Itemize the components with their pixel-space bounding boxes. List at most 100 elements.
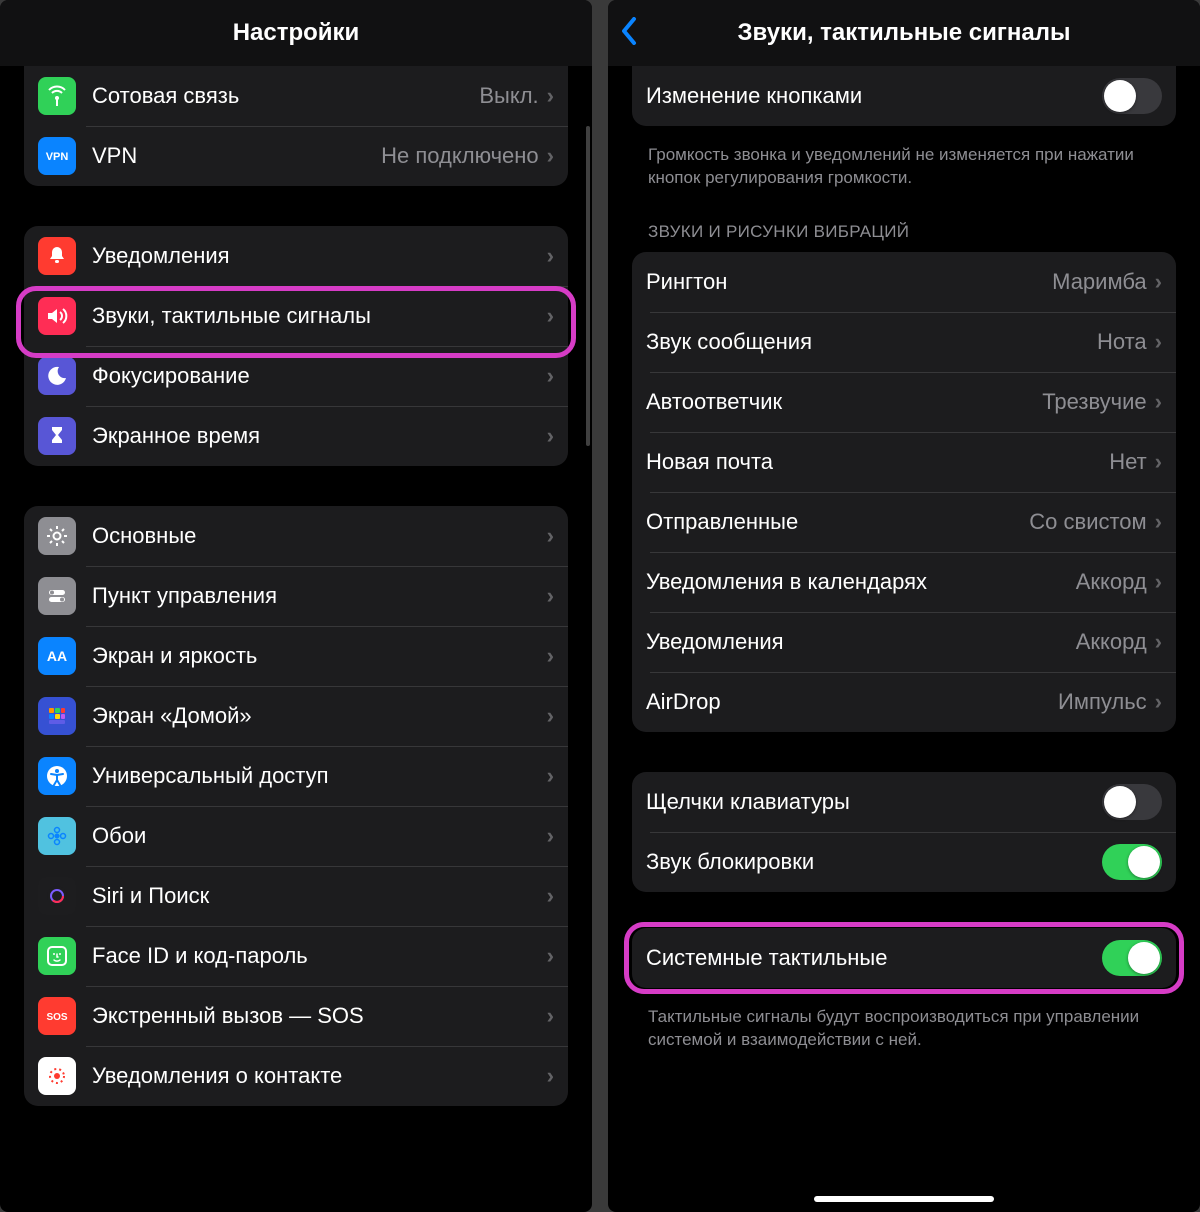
toggle-row[interactable]: Звук блокировки: [632, 832, 1176, 892]
bell-icon: [38, 237, 76, 275]
row-system-haptics[interactable]: Системные тактильные: [632, 928, 1176, 988]
gear-icon: [38, 517, 76, 555]
svg-text:SOS: SOS: [46, 1012, 67, 1023]
sounds-content[interactable]: Изменение кнопками Громкость звонка и ув…: [608, 66, 1200, 1212]
settings-row[interactable]: Экранное время›: [24, 406, 568, 466]
row-label: Экран «Домой»: [92, 703, 547, 729]
group-system-sounds: Щелчки клавиатурыЗвук блокировки: [632, 772, 1176, 892]
settings-row[interactable]: АвтоответчикТрезвучие›: [632, 372, 1176, 432]
settings-row[interactable]: ОтправленныеСо свистом›: [632, 492, 1176, 552]
settings-row[interactable]: VPNVPNНе подключено›: [24, 126, 568, 186]
chevron-right-icon: ›: [1155, 689, 1162, 715]
row-value: Маримба: [1052, 269, 1147, 295]
settings-row[interactable]: УведомленияАккорд›: [632, 612, 1176, 672]
row-value: Со свистом: [1029, 509, 1146, 535]
settings-row[interactable]: Пункт управления›: [24, 566, 568, 626]
row-label: Siri и Поиск: [92, 883, 547, 909]
row-label: Уведомления в календарях: [646, 569, 1076, 595]
scrollbar[interactable]: [586, 126, 590, 446]
chevron-right-icon: ›: [1155, 449, 1162, 475]
footer-haptic: Тактильные сигналы будут воспроизводитьс…: [618, 996, 1190, 1076]
home-indicator[interactable]: [814, 1196, 994, 1202]
settings-row[interactable]: Face ID и код-пароль›: [24, 926, 568, 986]
exposure-icon: [38, 1057, 76, 1095]
sos-icon: SOS: [38, 997, 76, 1035]
settings-row[interactable]: Сотовая связьВыкл.›: [24, 66, 568, 126]
row-label: Универсальный доступ: [92, 763, 547, 789]
row-label: Обои: [92, 823, 547, 849]
settings-row[interactable]: Обои›: [24, 806, 568, 866]
row-label: Фокусирование: [92, 363, 547, 389]
chevron-left-icon: [620, 17, 638, 45]
moon-icon: [38, 357, 76, 395]
toggle[interactable]: [1102, 844, 1162, 880]
chevron-right-icon: ›: [547, 943, 554, 969]
row-label: Экран и яркость: [92, 643, 547, 669]
settings-row[interactable]: AAЭкран и яркость›: [24, 626, 568, 686]
row-label: Уведомления о контакте: [92, 1063, 547, 1089]
toggle-change-with-buttons[interactable]: [1102, 78, 1162, 114]
row-value: Аккорд: [1076, 569, 1147, 595]
settings-row[interactable]: Универсальный доступ›: [24, 746, 568, 806]
toggle-system-haptics[interactable]: [1102, 940, 1162, 976]
group-haptic: Системные тактильные: [632, 928, 1176, 988]
svg-text:AA: AA: [47, 648, 67, 664]
row-label: Отправленные: [646, 509, 1029, 535]
row-value: Выкл.: [479, 83, 538, 109]
settings-row[interactable]: SOSЭкстренный вызов — SOS›: [24, 986, 568, 1046]
chevron-right-icon: ›: [1155, 329, 1162, 355]
row-value: Нота: [1097, 329, 1147, 355]
chevron-right-icon: ›: [547, 243, 554, 269]
back-button[interactable]: [620, 15, 638, 51]
toggle[interactable]: [1102, 784, 1162, 820]
header: Настройки: [0, 0, 592, 66]
speaker-icon: [38, 297, 76, 335]
grid-icon: [38, 697, 76, 735]
switches-icon: [38, 577, 76, 615]
settings-row[interactable]: Звук сообщенияНота ›: [632, 312, 1176, 372]
settings-group-notifications: Уведомления›Звуки, тактильные сигналы›Фо…: [24, 226, 568, 466]
row-change-with-buttons[interactable]: Изменение кнопками: [632, 66, 1176, 126]
chevron-right-icon: ›: [547, 583, 554, 609]
group-sound-patterns: РингтонМаримба› Звук сообщенияНота › Автоот…: [632, 252, 1176, 732]
settings-row[interactable]: AirDropИмпульс›: [632, 672, 1176, 732]
chevron-right-icon: ›: [547, 763, 554, 789]
siri-icon: [38, 877, 76, 915]
row-label: Основные: [92, 523, 547, 549]
chevron-right-icon: ›: [547, 143, 554, 169]
settings-row[interactable]: Новая почтаНет›: [632, 432, 1176, 492]
row-label: Уведомления: [92, 243, 547, 269]
settings-row[interactable]: РингтонМаримба›: [632, 252, 1176, 312]
row-label: Сотовая связь: [92, 83, 479, 109]
settings-row[interactable]: Фокусирование›: [24, 346, 568, 406]
home-indicator[interactable]: [206, 1196, 386, 1202]
settings-row[interactable]: Siri и Поиск›: [24, 866, 568, 926]
settings-row[interactable]: Уведомления›: [24, 226, 568, 286]
settings-row[interactable]: Уведомления в календаряхАккорд›: [632, 552, 1176, 612]
row-value: Не подключено: [381, 143, 539, 169]
settings-group-connectivity: Сотовая связьВыкл.›VPNVPNНе подключено›: [24, 66, 568, 186]
footer-change-with-buttons: Громкость звонка и уведомлений не изменя…: [618, 134, 1190, 214]
settings-content[interactable]: Сотовая связьВыкл.›VPNVPNНе подключено› …: [0, 66, 592, 1212]
sounds-screen: Звуки, тактильные сигналы Изменение кноп…: [608, 0, 1200, 1212]
settings-row[interactable]: Основные›: [24, 506, 568, 566]
row-label: Автоответчик: [646, 389, 1042, 415]
settings-row[interactable]: Уведомления о контакте›: [24, 1046, 568, 1106]
toggle-row[interactable]: Щелчки клавиатуры: [632, 772, 1176, 832]
row-label: Уведомления: [646, 629, 1076, 655]
row-value: Нет: [1109, 449, 1146, 475]
settings-row[interactable]: Экран «Домой»›: [24, 686, 568, 746]
chevron-right-icon: ›: [547, 303, 554, 329]
row-value: Аккорд: [1076, 629, 1147, 655]
settings-row[interactable]: Звуки, тактильные сигналы›: [24, 286, 568, 346]
row-label: Звук сообщения: [646, 329, 1097, 355]
label: Изменение кнопками: [646, 83, 1102, 109]
page-title: Настройки: [233, 19, 360, 47]
settings-group-general: Основные›Пункт управления›AAЭкран и ярко…: [24, 506, 568, 1106]
row-label: Экранное время: [92, 423, 547, 449]
chevron-right-icon: ›: [547, 1063, 554, 1089]
chevron-right-icon: ›: [547, 823, 554, 849]
chevron-right-icon: ›: [547, 703, 554, 729]
chevron-right-icon: ›: [547, 363, 554, 389]
header: Звуки, тактильные сигналы: [608, 0, 1200, 66]
